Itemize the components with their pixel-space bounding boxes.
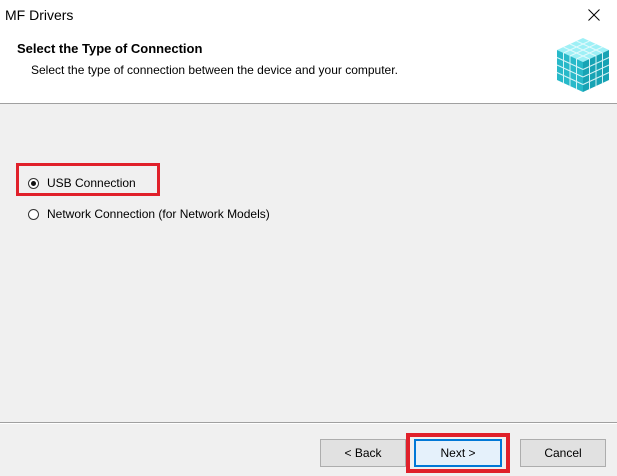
network-connection-option[interactable]: Network Connection (for Network Models) bbox=[28, 207, 270, 222]
next-button[interactable]: Next > bbox=[414, 439, 502, 467]
connection-options: USB Connection Network Connection (for N… bbox=[0, 104, 617, 422]
window-title: MF Drivers bbox=[5, 7, 74, 23]
next-highlight-box: Next > bbox=[406, 433, 510, 473]
back-button[interactable]: < Back bbox=[320, 439, 406, 467]
footer-divider bbox=[0, 422, 617, 424]
usb-connection-label: USB Connection bbox=[47, 176, 136, 190]
cube-grid-icon bbox=[556, 38, 610, 92]
network-connection-radio[interactable] bbox=[28, 209, 39, 220]
close-icon bbox=[588, 9, 600, 21]
cancel-button[interactable]: Cancel bbox=[520, 439, 606, 467]
title-bar: MF Drivers bbox=[0, 0, 617, 30]
installer-window: MF Drivers Select the Type of Connection… bbox=[0, 0, 617, 476]
usb-connection-option[interactable]: USB Connection bbox=[28, 176, 136, 191]
wizard-header: Select the Type of Connection Select the… bbox=[0, 30, 617, 104]
usb-connection-radio[interactable] bbox=[28, 178, 39, 189]
page-title: Select the Type of Connection bbox=[17, 41, 203, 56]
page-subtitle: Select the type of connection between th… bbox=[31, 63, 398, 77]
close-button[interactable] bbox=[571, 0, 617, 30]
network-connection-label: Network Connection (for Network Models) bbox=[47, 207, 270, 221]
